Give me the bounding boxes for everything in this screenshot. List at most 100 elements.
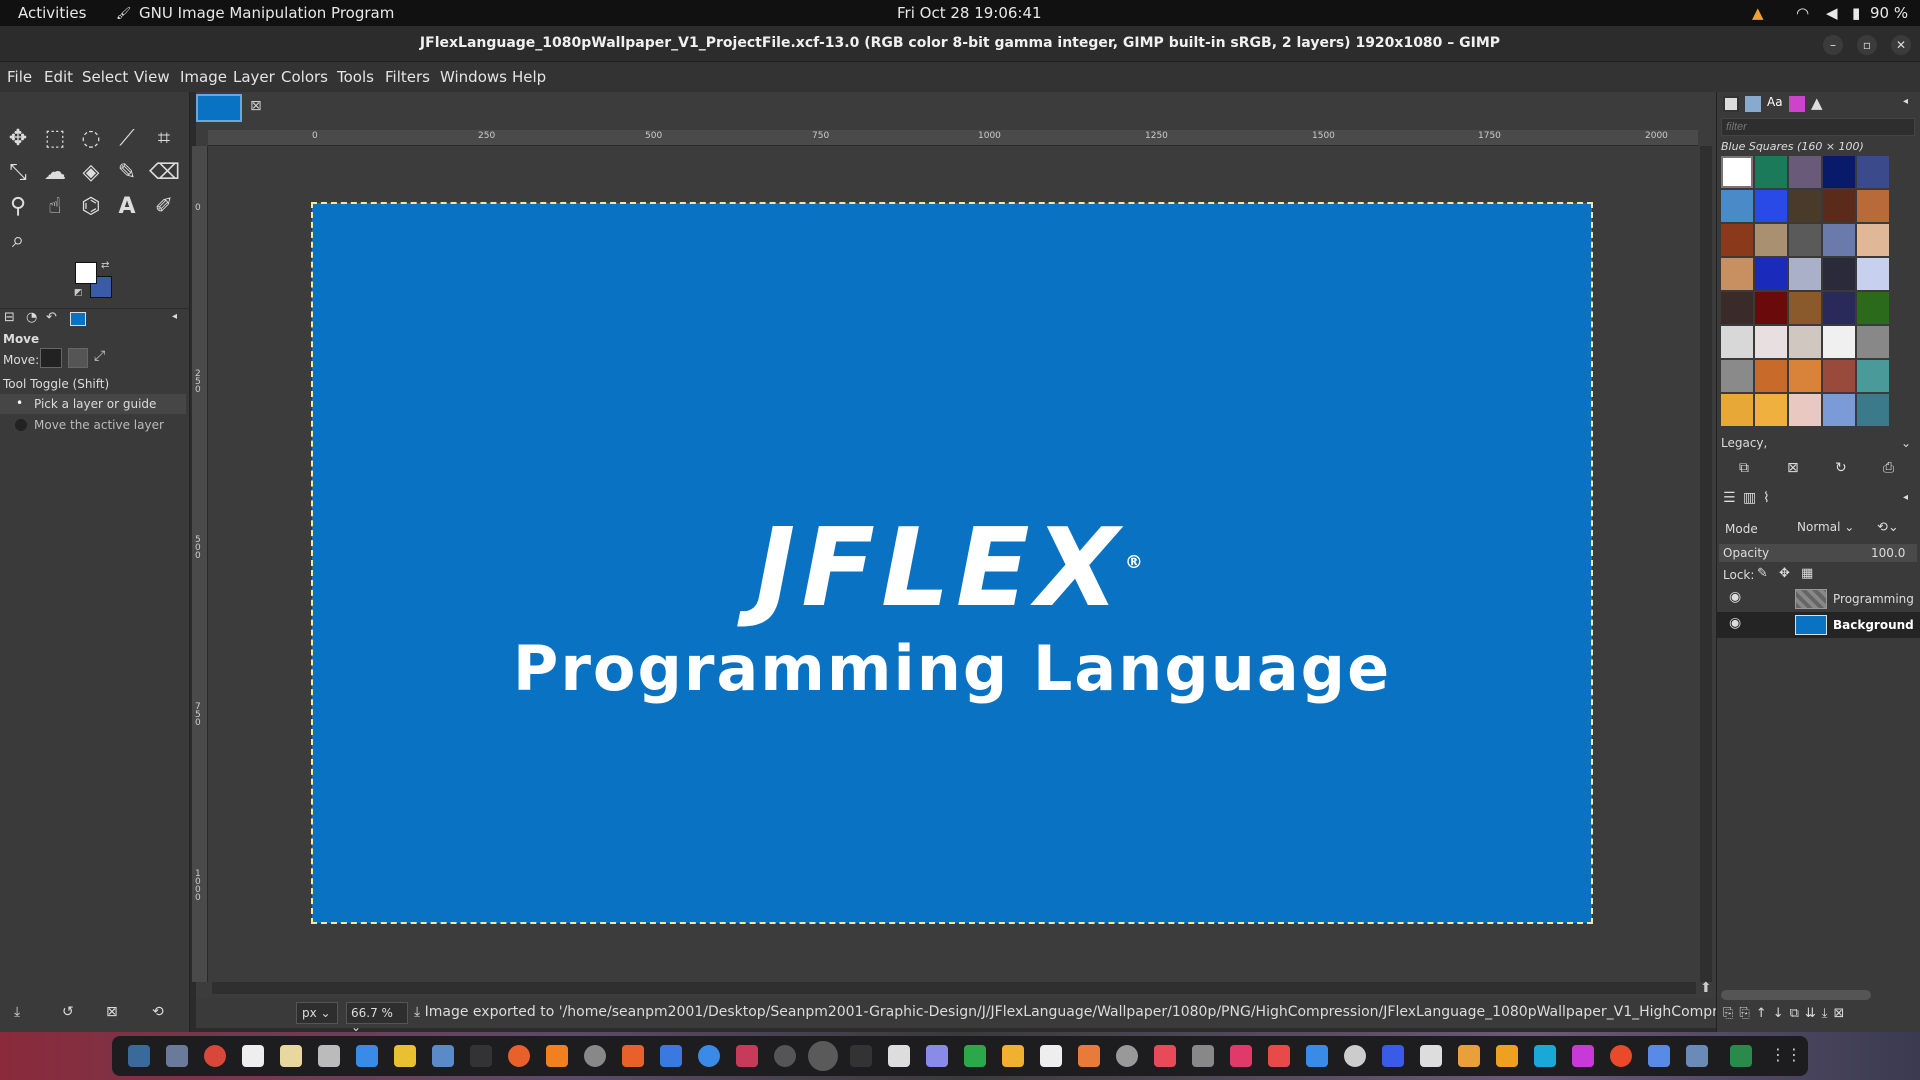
vertical-ruler[interactable]: 0 250 500 750 1000 bbox=[192, 146, 208, 982]
pattern-swatch[interactable] bbox=[1823, 292, 1855, 324]
dock-app-icon[interactable] bbox=[242, 1045, 264, 1067]
dock-app-icon[interactable] bbox=[774, 1045, 796, 1067]
dock-app-icon[interactable] bbox=[736, 1045, 758, 1067]
menu-layer[interactable]: Layer bbox=[233, 68, 275, 86]
clone-icon[interactable]: ⚲ bbox=[3, 192, 33, 222]
unit-select[interactable]: px ⌄ bbox=[296, 1002, 338, 1024]
pattern-swatch[interactable] bbox=[1823, 258, 1855, 290]
pattern-swatch[interactable] bbox=[1789, 326, 1821, 358]
dock-app-icon[interactable] bbox=[546, 1045, 568, 1067]
pattern-swatch[interactable] bbox=[1789, 360, 1821, 392]
dock-app-icon[interactable] bbox=[204, 1045, 226, 1067]
paths-tab-icon[interactable]: ⌇ bbox=[1763, 490, 1770, 506]
dock-app-icon[interactable] bbox=[1078, 1045, 1100, 1067]
brushes-tab-icon[interactable] bbox=[1723, 96, 1739, 112]
dynamics-tab-icon[interactable]: ▲ bbox=[1811, 94, 1823, 112]
dock-app-icon[interactable] bbox=[660, 1045, 682, 1067]
dock-app-icon[interactable] bbox=[964, 1045, 986, 1067]
delete-pattern-icon[interactable]: ⊠ bbox=[1787, 460, 1799, 476]
dock-app-icon[interactable] bbox=[1230, 1045, 1252, 1067]
pattern-swatch[interactable] bbox=[1721, 360, 1753, 392]
reset-colors-icon[interactable]: ◩ bbox=[74, 288, 83, 298]
dock-app-icon[interactable] bbox=[1686, 1045, 1708, 1067]
menu-colors[interactable]: Colors bbox=[281, 68, 328, 86]
visibility-eye-icon[interactable]: ◉ bbox=[1729, 589, 1741, 605]
visibility-eye-icon[interactable]: ◉ bbox=[1729, 615, 1741, 631]
pattern-swatch[interactable] bbox=[1721, 224, 1753, 256]
rect-select-icon[interactable]: ⬚ bbox=[40, 124, 70, 154]
pattern-swatch[interactable] bbox=[1755, 156, 1787, 188]
minimize-icon[interactable]: – bbox=[1823, 35, 1843, 55]
pattern-swatch[interactable] bbox=[1755, 326, 1787, 358]
mode-select[interactable]: Normal ⌄ bbox=[1797, 520, 1869, 540]
dock-app-icon[interactable] bbox=[1344, 1045, 1366, 1067]
dock-app-icon[interactable] bbox=[394, 1045, 416, 1067]
navigate-icon[interactable]: ⬆ bbox=[1700, 980, 1712, 996]
paintbrush-icon[interactable]: ✎ bbox=[112, 158, 142, 188]
dock-app-icon[interactable] bbox=[850, 1045, 872, 1067]
dock-app-icon[interactable] bbox=[1610, 1045, 1632, 1067]
move-layer-mode-icon[interactable] bbox=[40, 348, 62, 368]
pick-layer-option[interactable]: • Pick a layer or guide bbox=[0, 394, 186, 414]
dock-app-icon[interactable] bbox=[1002, 1045, 1024, 1067]
zoom-select[interactable]: 66.7 % ⌄ bbox=[346, 1002, 408, 1034]
battery-icon[interactable]: ▮ bbox=[1852, 4, 1860, 22]
pattern-swatch[interactable] bbox=[1857, 292, 1889, 324]
foreground-color[interactable] bbox=[75, 262, 97, 284]
undo-history-tab-icon[interactable]: ↶ bbox=[46, 310, 57, 325]
vertical-scrollbar[interactable] bbox=[1700, 146, 1712, 982]
lasso-icon[interactable]: ◌ bbox=[76, 124, 106, 154]
maximize-icon[interactable]: ▫ bbox=[1857, 35, 1877, 55]
configure-tab-icon[interactable]: ◂ bbox=[172, 311, 177, 322]
move-tool-icon[interactable]: ✥ bbox=[3, 124, 33, 154]
pattern-swatch[interactable] bbox=[1857, 394, 1889, 426]
pattern-swatch[interactable] bbox=[1721, 292, 1753, 324]
pattern-swatch[interactable] bbox=[1823, 224, 1855, 256]
notification-icon[interactable]: ▲ bbox=[1752, 4, 1764, 22]
images-tab-icon[interactable] bbox=[70, 312, 86, 326]
zoom-icon[interactable]: ⌕ bbox=[3, 226, 33, 256]
dock-app-icon[interactable] bbox=[1730, 1045, 1752, 1067]
pattern-swatch[interactable] bbox=[1721, 190, 1753, 222]
menu-select[interactable]: Select bbox=[82, 68, 128, 86]
dock-app-icon[interactable] bbox=[1496, 1045, 1518, 1067]
device-status-tab-icon[interactable]: ◔ bbox=[26, 310, 37, 325]
channels-tab-icon[interactable]: ▥ bbox=[1743, 490, 1756, 506]
close-icon[interactable]: ✕ bbox=[1891, 35, 1911, 55]
open-pattern-icon[interactable]: ⎙ bbox=[1883, 460, 1894, 476]
pattern-swatch[interactable] bbox=[1857, 190, 1889, 222]
dock-app-icon[interactable] bbox=[1192, 1045, 1214, 1067]
delete-preset-icon[interactable]: ⊠ bbox=[106, 1004, 118, 1020]
dock-app-icon[interactable] bbox=[1458, 1045, 1480, 1067]
menu-tools[interactable]: Tools bbox=[337, 68, 374, 86]
layer-row-background[interactable]: ◉ Background bbox=[1717, 612, 1920, 638]
dock-app-icon[interactable] bbox=[1572, 1045, 1594, 1067]
pattern-swatch[interactable] bbox=[1857, 326, 1889, 358]
menu-windows[interactable]: Windows bbox=[440, 68, 507, 86]
restore-preset-icon[interactable]: ↺ bbox=[62, 1004, 74, 1020]
lock-alpha-icon[interactable]: ▦ bbox=[1801, 566, 1813, 581]
dock-app-icon[interactable] bbox=[1268, 1045, 1290, 1067]
menu-view[interactable]: View bbox=[134, 68, 170, 86]
layers-tab-icon[interactable]: ☰ bbox=[1723, 490, 1736, 506]
pattern-swatch[interactable] bbox=[1755, 258, 1787, 290]
pattern-swatch[interactable] bbox=[1755, 360, 1787, 392]
fuzzy-select-icon[interactable]: ⟋ bbox=[112, 124, 142, 154]
paths-icon[interactable]: ⌬ bbox=[76, 192, 106, 222]
menu-edit[interactable]: Edit bbox=[44, 68, 73, 86]
dock-app-icon[interactable] bbox=[356, 1045, 378, 1067]
pattern-swatch[interactable] bbox=[1789, 190, 1821, 222]
text-tool-icon[interactable]: A bbox=[112, 192, 142, 222]
pattern-swatch[interactable] bbox=[1721, 394, 1753, 426]
configure-layers-icon[interactable]: ◂ bbox=[1903, 492, 1908, 503]
dock-app-icon[interactable] bbox=[1382, 1045, 1404, 1067]
pattern-swatch[interactable] bbox=[1789, 292, 1821, 324]
move-active-layer-option[interactable]: Move the active layer bbox=[0, 415, 186, 435]
menu-filters[interactable]: Filters bbox=[385, 68, 430, 86]
gradients-tab-icon[interactable] bbox=[1789, 96, 1805, 112]
pattern-swatch[interactable] bbox=[1823, 360, 1855, 392]
smudge-icon[interactable]: ☝ bbox=[40, 192, 70, 222]
dock-app-icon[interactable] bbox=[280, 1045, 302, 1067]
pattern-swatch[interactable] bbox=[1755, 394, 1787, 426]
dock-app-icon[interactable] bbox=[888, 1045, 910, 1067]
